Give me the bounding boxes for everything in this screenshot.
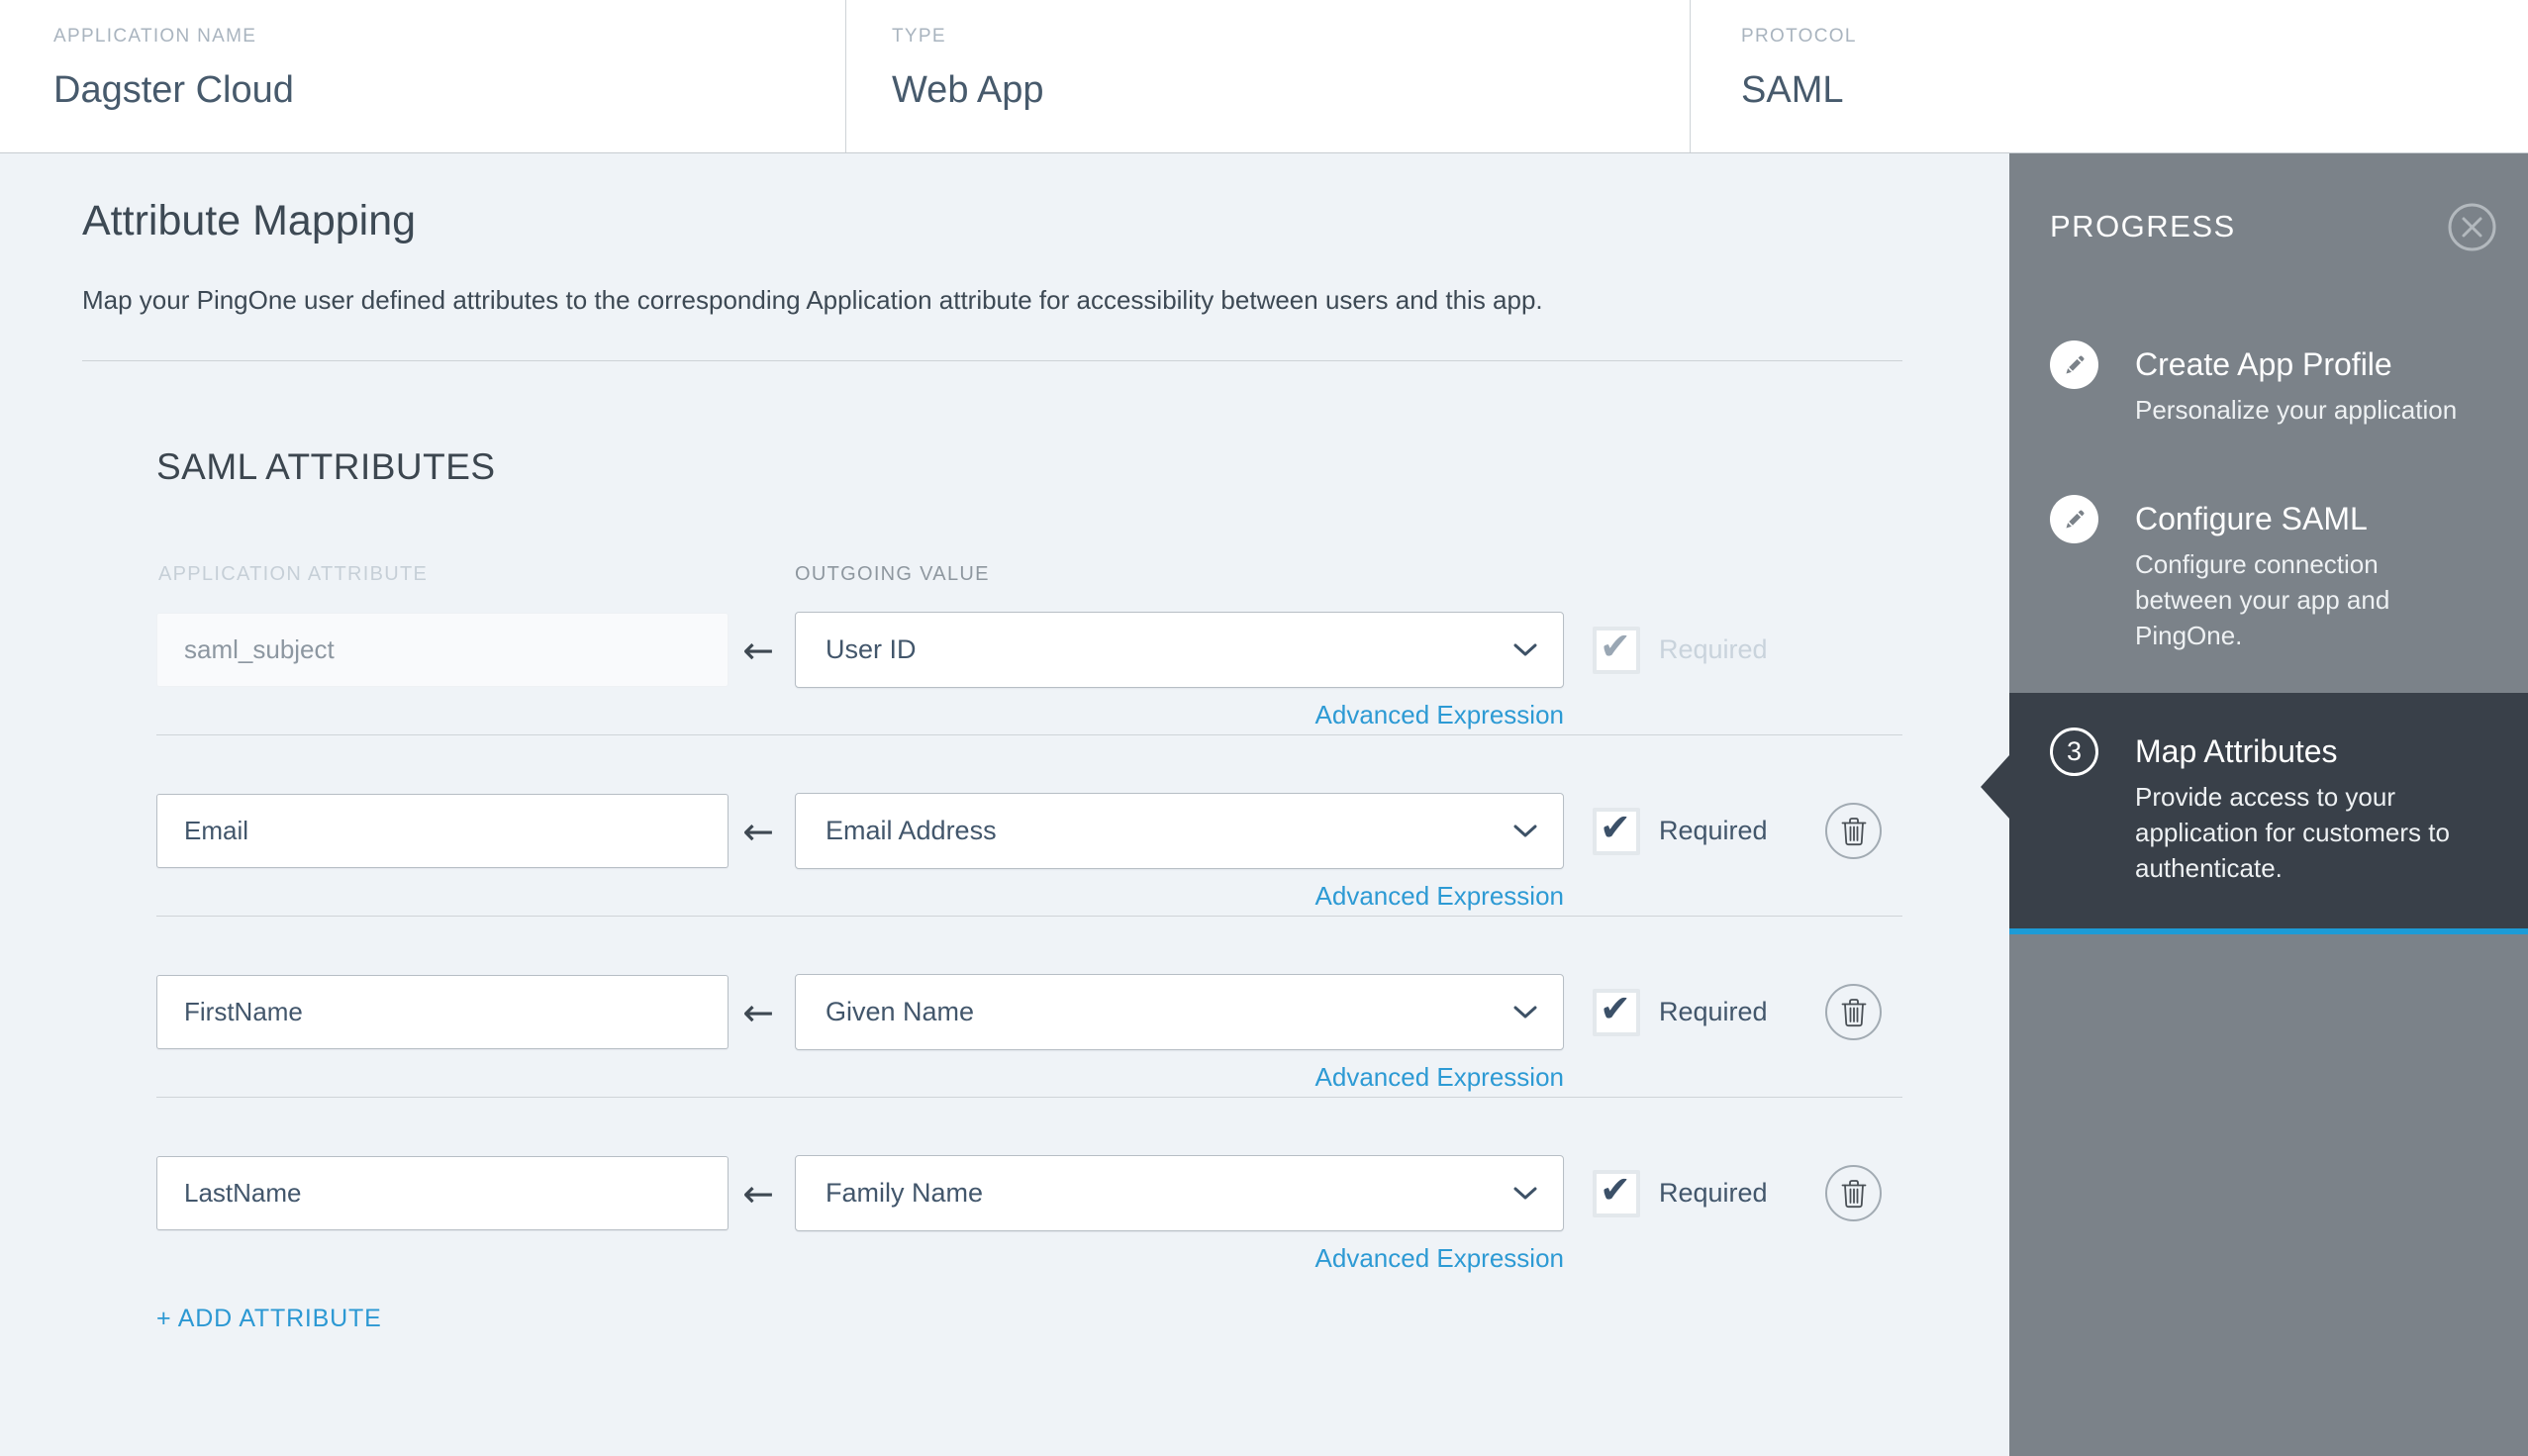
trash-icon [1841,998,1866,1026]
progress-title: PROGRESS [2050,209,2236,243]
step-title: Configure SAML [2135,501,2368,536]
advanced-expression-link[interactable]: Advanced Expression [795,1062,1564,1093]
outgoing-value-select[interactable]: Given Name [795,974,1564,1050]
attribute-row: ← Email Address Advanced Expression ✔ Re… [0,793,2009,975]
type-label: TYPE [892,26,946,47]
outgoing-value-select[interactable]: Family Name [795,1155,1564,1231]
chevron-down-icon [1513,1006,1537,1019]
required-checkbox[interactable]: ✔ [1593,806,1640,855]
left-arrow-icon: ← [742,1172,774,1215]
add-attribute-button[interactable]: + ADD ATTRIBUTE [156,1305,382,1333]
protocol-column: PROTOCOL SAML [1691,0,2528,152]
checkmark-icon: ✔ [1600,806,1631,849]
advanced-expression-link[interactable]: Advanced Expression [795,881,1564,912]
page-title: Attribute Mapping [82,197,417,244]
application-attribute-column-header: APPLICATION ATTRIBUTE [158,563,429,585]
application-attribute-input[interactable] [156,794,729,868]
attribute-rows: ← User ID Advanced Expression ✔ Required [0,612,2009,1337]
outgoing-value-select[interactable]: Email Address [795,793,1564,869]
advanced-expression-link[interactable]: Advanced Expression [795,1243,1564,1274]
step-number-badge: 3 [2050,728,2098,776]
step-text: Create App Profile Personalize your appl… [2135,340,2457,428]
progress-step-configure-saml[interactable]: Configure SAML Configure connection betw… [2009,495,2528,653]
close-icon[interactable] [2448,203,2496,251]
checkmark-icon: ✔ [1600,987,1631,1030]
row-divider [156,1097,1902,1098]
required-label: Required [1659,1178,1768,1208]
type-column: TYPE Web App [846,0,1691,152]
required-label: Required [1659,634,1768,664]
step-description: Configure connection between your app an… [2135,549,2390,650]
delete-attribute-button[interactable] [1825,803,1882,859]
attribute-row: ← Given Name Advanced Expression ✔ Requi… [0,974,2009,1156]
outgoing-value-text: Family Name [826,1178,984,1208]
trash-icon [1841,1179,1866,1208]
application-name-column: APPLICATION NAME Dagster Cloud [0,0,846,152]
progress-step-create-app-profile[interactable]: Create App Profile Personalize your appl… [2009,340,2528,428]
protocol-label: PROTOCOL [1741,26,1857,47]
required-label: Required [1659,816,1768,845]
step-description: Provide access to your application for c… [2135,782,2450,883]
application-name-label: APPLICATION NAME [53,26,257,47]
required-checkbox[interactable]: ✔ [1593,987,1640,1036]
step-text: Configure SAML Configure connection betw… [2135,495,2469,653]
progress-step-map-attributes-active[interactable]: 3 Map Attributes Provide access to your … [1981,693,2528,934]
required-label: Required [1659,997,1768,1026]
required-checkbox[interactable]: ✔ [1593,625,1640,674]
left-arrow-icon: ← [742,629,774,672]
step-title: Create App Profile [2135,346,2392,382]
progress-sidebar: PROGRESS Create App Profile Personalize … [1981,153,2528,1456]
application-attribute-input[interactable] [156,613,729,687]
delete-attribute-button[interactable] [1825,984,1882,1040]
app-summary-header: APPLICATION NAME Dagster Cloud TYPE Web … [0,0,2528,153]
left-arrow-icon: ← [742,991,774,1034]
outgoing-value-text: User ID [826,634,917,664]
outgoing-value-column-header: OUTGOING VALUE [795,563,990,585]
step-title: Map Attributes [2135,733,2338,769]
type-value: Web App [892,69,1044,111]
step-text: Map Attributes Provide access to your ap… [2135,728,2469,928]
application-attribute-input[interactable] [156,1156,729,1230]
trash-icon [1841,817,1866,845]
chevron-down-icon [1513,1187,1537,1200]
attribute-row: ← User ID Advanced Expression ✔ Required [0,612,2009,794]
divider [82,360,1902,361]
application-attribute-input[interactable] [156,975,729,1049]
checkmark-icon: ✔ [1600,625,1631,668]
row-divider [156,734,1902,735]
outgoing-value-text: Email Address [826,816,997,845]
step-description: Personalize your application [2135,395,2458,425]
page-description: Map your PingOne user defined attributes… [82,285,1543,315]
pencil-icon [2050,340,2098,389]
pencil-icon [2050,495,2098,543]
delete-attribute-button[interactable] [1825,1165,1882,1221]
chevron-down-icon [1513,825,1537,837]
left-arrow-icon: ← [742,810,774,853]
advanced-expression-link[interactable]: Advanced Expression [795,700,1564,730]
outgoing-value-text: Given Name [826,997,975,1026]
required-checkbox[interactable]: ✔ [1593,1168,1640,1217]
application-name-value: Dagster Cloud [53,69,294,111]
row-divider [156,916,1902,917]
chevron-down-icon [1513,643,1537,656]
saml-attributes-section-title: SAML ATTRIBUTES [156,446,496,487]
protocol-value: SAML [1741,69,1844,111]
outgoing-value-select[interactable]: User ID [795,612,1564,688]
app-window: APPLICATION NAME Dagster Cloud TYPE Web … [0,0,2528,1456]
checkmark-icon: ✔ [1600,1168,1631,1212]
